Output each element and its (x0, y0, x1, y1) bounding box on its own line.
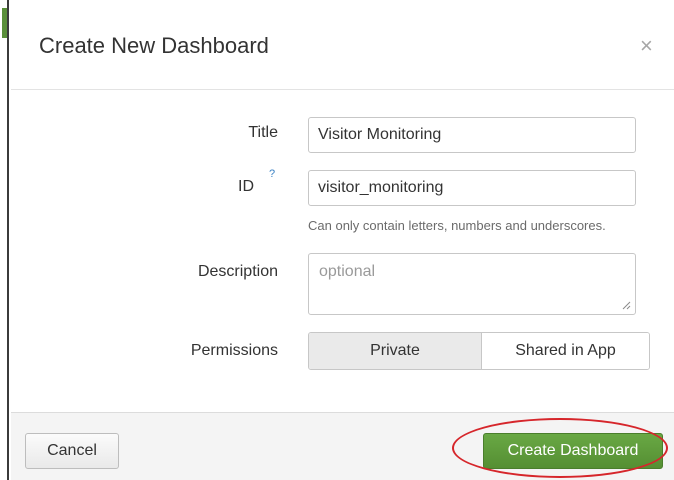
title-label: Title (248, 124, 278, 141)
background-window-edge (0, 0, 9, 480)
dialog-header: Create New Dashboard × (11, 0, 674, 90)
create-dashboard-dialog: Create New Dashboard × Title Visitor Mon… (11, 0, 674, 480)
permission-shared-option[interactable]: Shared in App (482, 333, 649, 369)
description-textarea[interactable]: optional (308, 253, 636, 315)
dialog-title: Create New Dashboard (39, 33, 269, 58)
permissions-label: Permissions (190, 342, 278, 359)
dialog-footer: Cancel Create Dashboard (11, 412, 674, 480)
screenshot-frame: Create New Dashboard × Title Visitor Mon… (0, 0, 674, 480)
permission-private-option[interactable]: Private (309, 333, 482, 369)
resize-handle-icon[interactable] (622, 301, 631, 310)
help-icon[interactable]: ? (269, 168, 275, 180)
title-input[interactable]: Visitor Monitoring (308, 117, 636, 153)
description-placeholder: optional (319, 263, 376, 280)
close-icon[interactable]: × (640, 35, 653, 57)
id-hint: Can only contain letters, numbers and un… (308, 218, 606, 233)
description-label: Description (197, 263, 278, 280)
create-dashboard-button[interactable]: Create Dashboard (483, 433, 663, 469)
id-input[interactable]: visitor_monitoring (308, 170, 636, 206)
id-label: ID (238, 178, 254, 195)
permissions-toggle: Private Shared in App (308, 332, 650, 370)
cancel-button[interactable]: Cancel (25, 433, 119, 469)
background-accent (2, 8, 7, 38)
